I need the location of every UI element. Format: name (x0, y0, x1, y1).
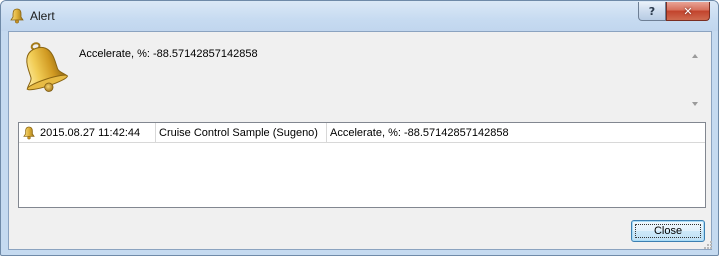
alert-message-text: Accelerate, %: -88.57142857142858 (79, 48, 258, 60)
alert-window: Alert ? ✕ Accelerate, %: -88.57142857142… (0, 0, 719, 256)
alert-source: Cruise Control Sample (Sugeno) (156, 123, 327, 143)
bell-icon (10, 8, 24, 24)
bell-icon (15, 38, 71, 94)
bell-icon (23, 126, 35, 140)
focus-rectangle (635, 224, 701, 238)
help-button[interactable]: ? (638, 2, 666, 21)
alerts-list[interactable]: 2015.08.27 11:42:44 Cruise Control Sampl… (18, 122, 706, 208)
title-bar[interactable]: Alert ? ✕ (1, 1, 718, 31)
resize-grip-icon[interactable] (703, 240, 712, 249)
alert-time: 2015.08.27 11:42:44 (40, 127, 141, 139)
close-button[interactable]: Close (631, 220, 705, 242)
scroll-up-arrow-icon[interactable] (692, 54, 698, 58)
scroll-down-arrow-icon[interactable] (692, 102, 698, 106)
message-area: Accelerate, %: -88.57142857142858 (9, 32, 711, 114)
alert-time-cell: 2015.08.27 11:42:44 (19, 123, 156, 143)
window-close-button[interactable]: ✕ (666, 2, 710, 21)
message-scrollbar[interactable] (687, 46, 704, 112)
alert-row-message: Accelerate, %: -88.57142857142858 (330, 127, 509, 139)
list-item[interactable]: 2015.08.27 11:42:44 Cruise Control Sampl… (19, 123, 705, 143)
dialog-body: Accelerate, %: -88.57142857142858 2015.0… (8, 31, 712, 250)
window-title: Alert (30, 9, 55, 23)
